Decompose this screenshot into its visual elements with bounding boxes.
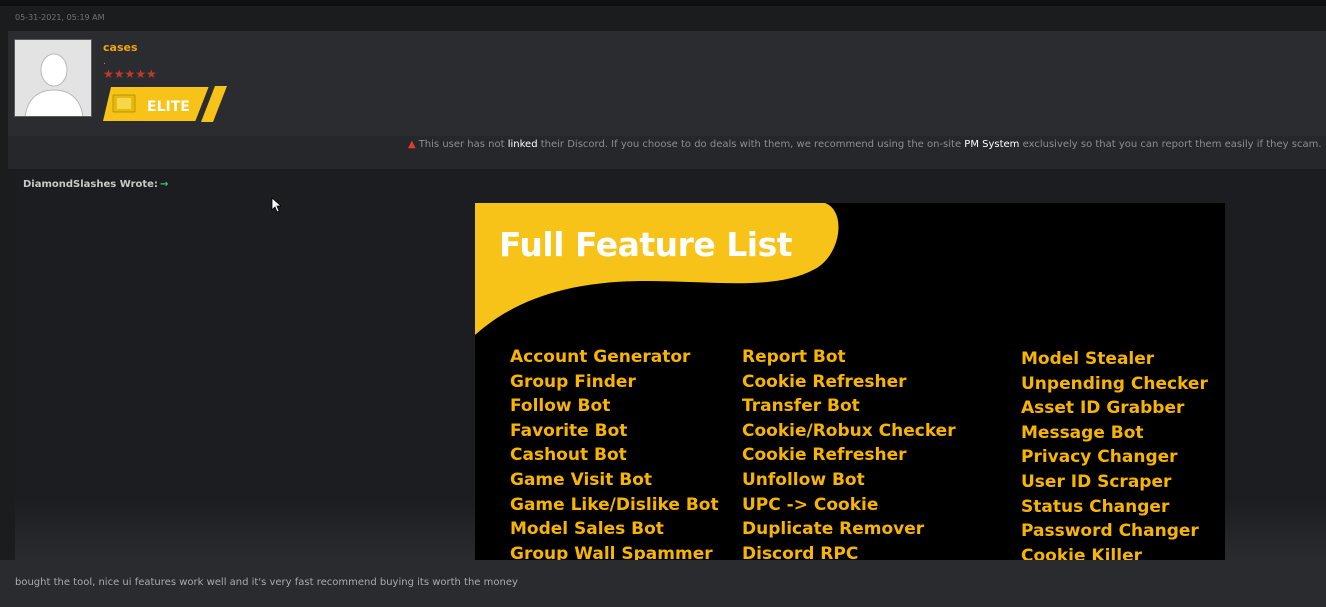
feature-item: Duplicate Remover: [742, 519, 925, 540]
feature-item: UPC -> Cookie: [742, 494, 879, 515]
feature-item: Report Bot: [742, 347, 846, 367]
pm-system-link[interactable]: PM System: [964, 139, 1019, 150]
feature-item: Account Generator: [510, 347, 691, 367]
post-date: 05-31-2021, 05:19 AM: [15, 13, 105, 22]
feature-item: Model Stealer: [1021, 349, 1155, 369]
feature-item: Follow Bot: [510, 396, 611, 417]
feature-item: Password Changer: [1021, 521, 1199, 542]
feature-item: Privacy Changer: [1021, 447, 1178, 468]
feature-item: Favorite Bot: [510, 420, 628, 441]
feature-item: Game Visit Bot: [510, 469, 653, 490]
yellow-wave-shape: [475, 203, 839, 335]
feature-list-image: Full Feature List Account Generator Grou…: [475, 203, 1225, 560]
feature-item: Cashout Bot: [510, 445, 627, 466]
feature-item: Group Finder: [510, 371, 636, 392]
feature-item: Cookie Refresher: [742, 445, 907, 466]
post-message: bought the tool, nice ui features work w…: [15, 577, 518, 588]
feature-item: Message Bot: [1021, 422, 1144, 443]
reputation-stars: ★★★★★: [103, 67, 157, 81]
arrow-right-icon[interactable]: →: [160, 179, 168, 190]
feature-item: Cookie Killer: [1021, 545, 1142, 560]
feature-item: Cookie/Robux Checker: [742, 420, 956, 441]
notice-prefix: This user has not: [418, 139, 508, 150]
mouse-cursor-icon: [271, 197, 281, 213]
user-title: .: [103, 57, 106, 67]
feature-item: User ID Scraper: [1021, 471, 1172, 492]
feature-item: Unfollow Bot: [742, 469, 865, 490]
feature-item: Cookie Refresher: [742, 371, 907, 392]
discord-notice: ▲ This user has not linked their Discord.…: [408, 139, 1322, 150]
feature-item: Model Sales Bot: [510, 519, 664, 540]
rank-badge-label: ELITE: [147, 99, 190, 115]
feature-item: Transfer Bot: [742, 396, 860, 417]
feature-item: Group Wall Spammer: [510, 543, 713, 560]
notice-suffix: exclusively so that you can report them …: [1019, 139, 1322, 150]
feature-item: Game Like/Dislike Bot: [510, 494, 719, 515]
feature-list-title: Full Feature List: [499, 225, 793, 264]
feature-item: Unpending Checker: [1021, 373, 1208, 394]
default-avatar-icon: [15, 40, 91, 116]
elite-rank-badge: ELITE: [103, 86, 229, 122]
username-link[interactable]: cases: [103, 41, 138, 54]
quote-author[interactable]: DiamondSlashes Wrote: →: [23, 179, 168, 190]
notice-middle: their Discord. If you choose to do deals…: [537, 139, 965, 150]
feature-column-3: Model Stealer Unpending Checker Asset ID…: [1021, 347, 1208, 560]
avatar[interactable]: [14, 39, 92, 117]
quote-author-label: DiamondSlashes Wrote:: [23, 179, 158, 190]
feature-column-2: Report Bot Cookie Refresher Transfer Bot…: [742, 345, 956, 560]
top-strip: [0, 0, 1326, 6]
feature-item: Discord RPC: [742, 543, 859, 560]
feature-item: Asset ID Grabber: [1021, 398, 1185, 419]
warning-icon: ▲: [408, 139, 416, 150]
feature-item: Status Changer: [1021, 496, 1170, 517]
linked-word: linked: [507, 139, 538, 150]
feature-column-1: Account Generator Group Finder Follow Bo…: [510, 345, 719, 560]
